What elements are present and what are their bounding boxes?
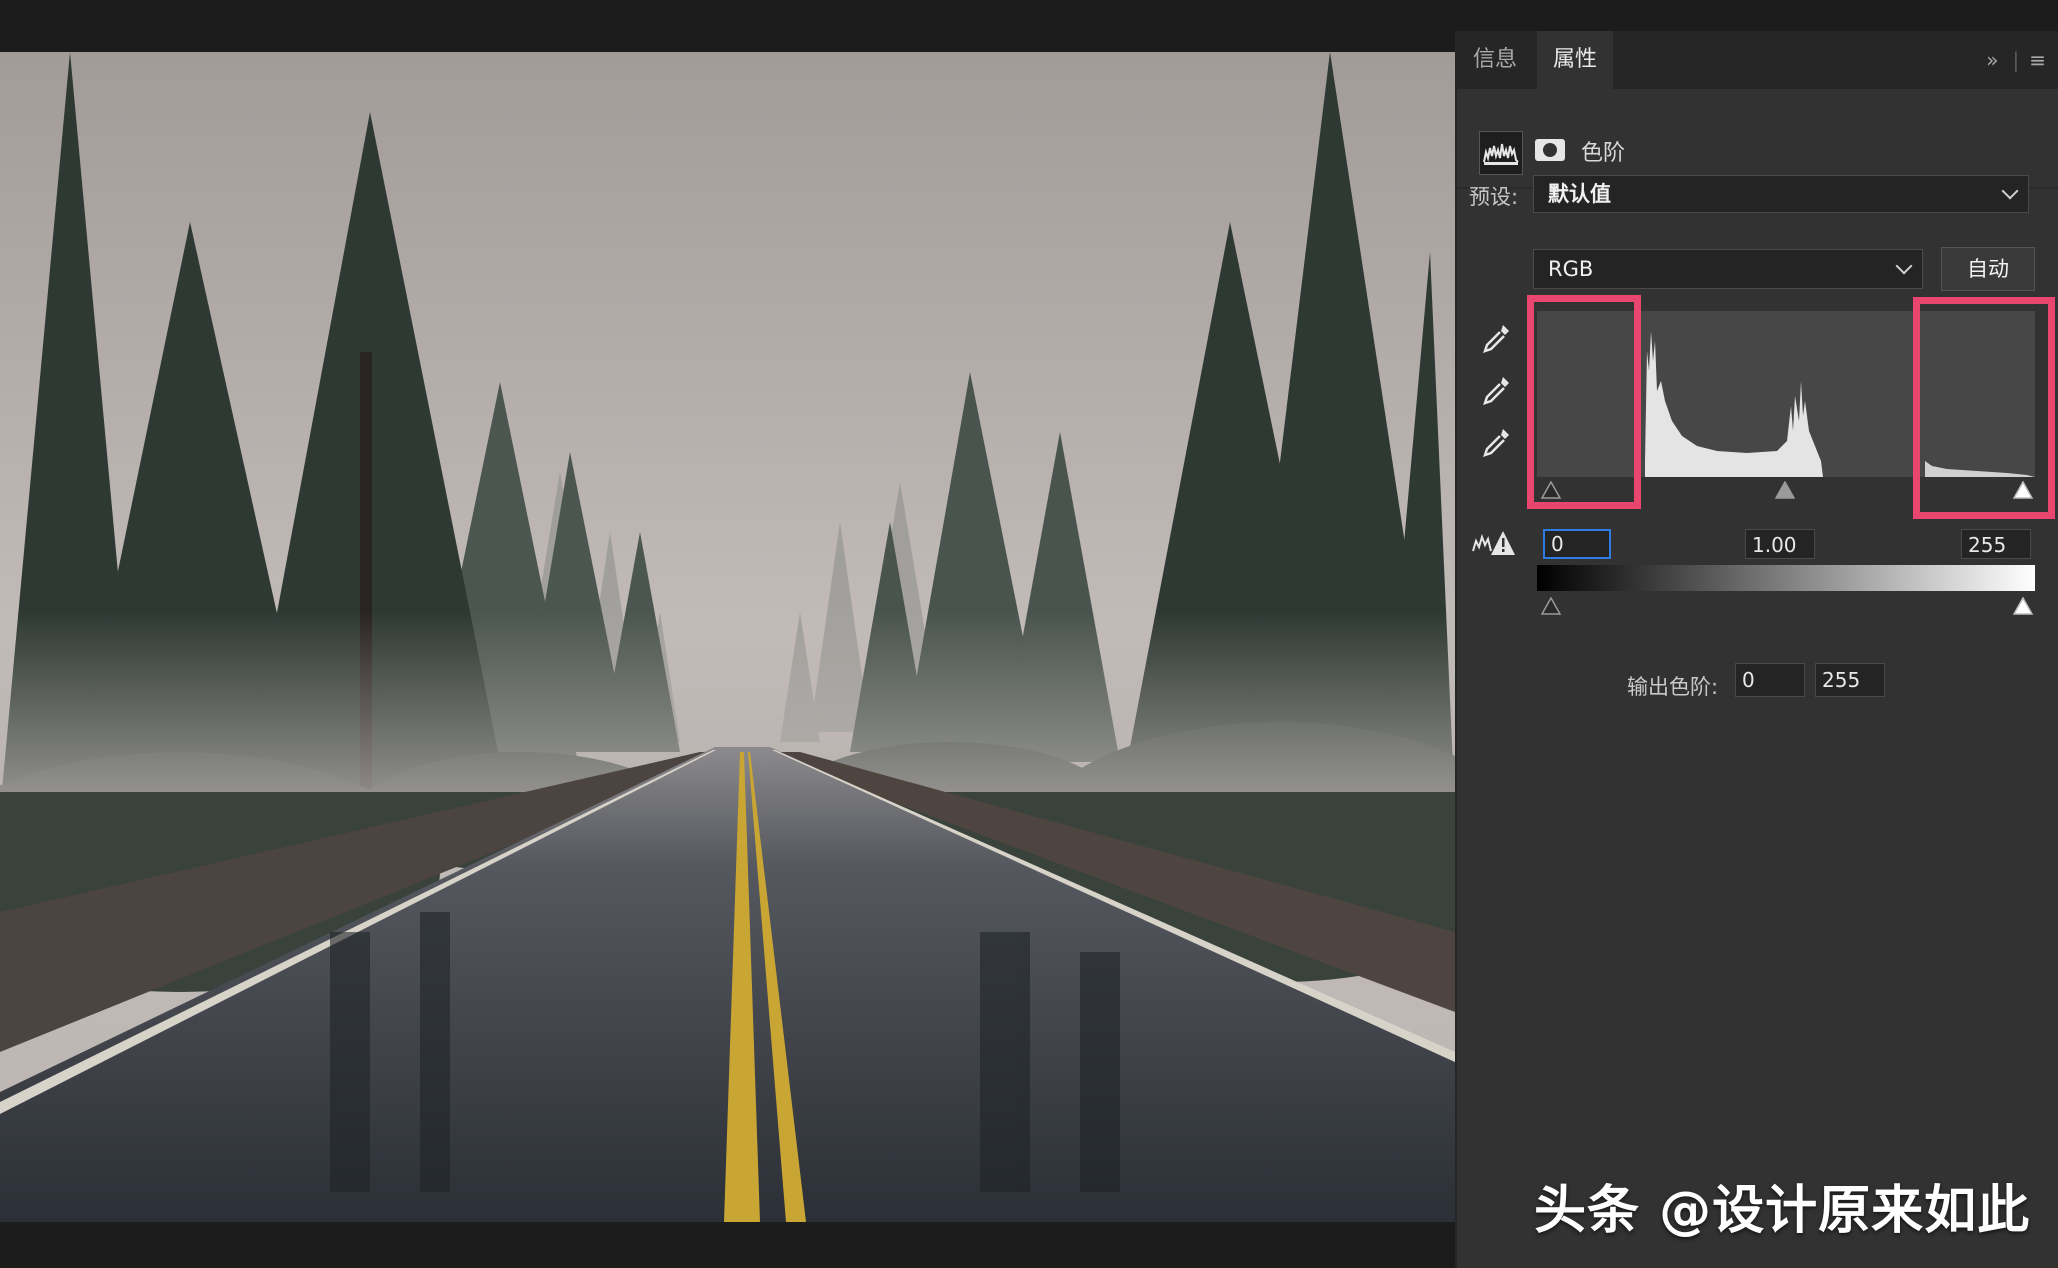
channel-select[interactable]: RGB [1533,249,1923,289]
eyedropper-black-icon[interactable] [1479,321,1513,355]
mask-icon[interactable] [1533,133,1567,167]
adjustment-header: 色阶 [1457,89,2058,189]
panel-menu-icon[interactable]: ≡ [2029,31,2046,89]
eyedropper-gray-icon[interactable] [1479,373,1513,407]
eyedropper-white-icon[interactable] [1479,425,1513,459]
output-white-slider[interactable] [2013,597,2033,615]
highlight-highlight-box [1913,297,2055,519]
chevron-down-icon [1895,257,1913,275]
watermark-text: 头条 @设计原来如此 [1534,1181,2031,1241]
shadow-highlight-box [1527,295,1641,509]
panel-tab-bar: 信息 属性 » | ≡ [1457,31,2058,89]
channel-value: RGB [1548,257,1594,281]
output-white-field[interactable]: 255 [1815,663,1885,697]
output-gradient [1537,565,2035,591]
clipping-warning-icon[interactable] [1471,525,1517,559]
input-gamma-field[interactable]: 1.00 [1745,529,1815,559]
output-levels-label: 输出色阶: [1627,675,1719,699]
input-black-field[interactable]: 0 [1543,529,1611,559]
output-black-slider[interactable] [1541,597,1561,615]
adjustment-title: 色阶 [1581,141,1626,166]
output-black-field[interactable]: 0 [1735,663,1805,697]
auto-button[interactable]: 自动 [1941,247,2035,291]
tab-divider: | [2012,48,2020,72]
preset-label: 预设: [1469,185,1519,209]
road-photo [0,52,1455,1222]
document-canvas[interactable] [0,0,1455,1268]
tab-info[interactable]: 信息 [1457,31,1533,89]
properties-panel: 信息 属性 » | ≡ 色阶 预设: 默认值 RGB 自动 0 1.00 255… [1455,31,2058,1268]
histogram-icon[interactable] [1479,131,1523,175]
input-gamma-slider[interactable] [1775,481,1795,499]
tab-properties[interactable]: 属性 [1537,31,1614,89]
panel-tab-tools: » | ≡ [1986,31,2058,89]
preset-select[interactable]: 默认值 [1533,175,2029,213]
collapse-panels-icon[interactable]: » [1986,31,1998,89]
chevron-down-icon [2001,182,2019,200]
preset-value: 默认值 [1548,182,1611,206]
input-white-field[interactable]: 255 [1961,529,2031,559]
panel-topbar [1455,0,2058,31]
